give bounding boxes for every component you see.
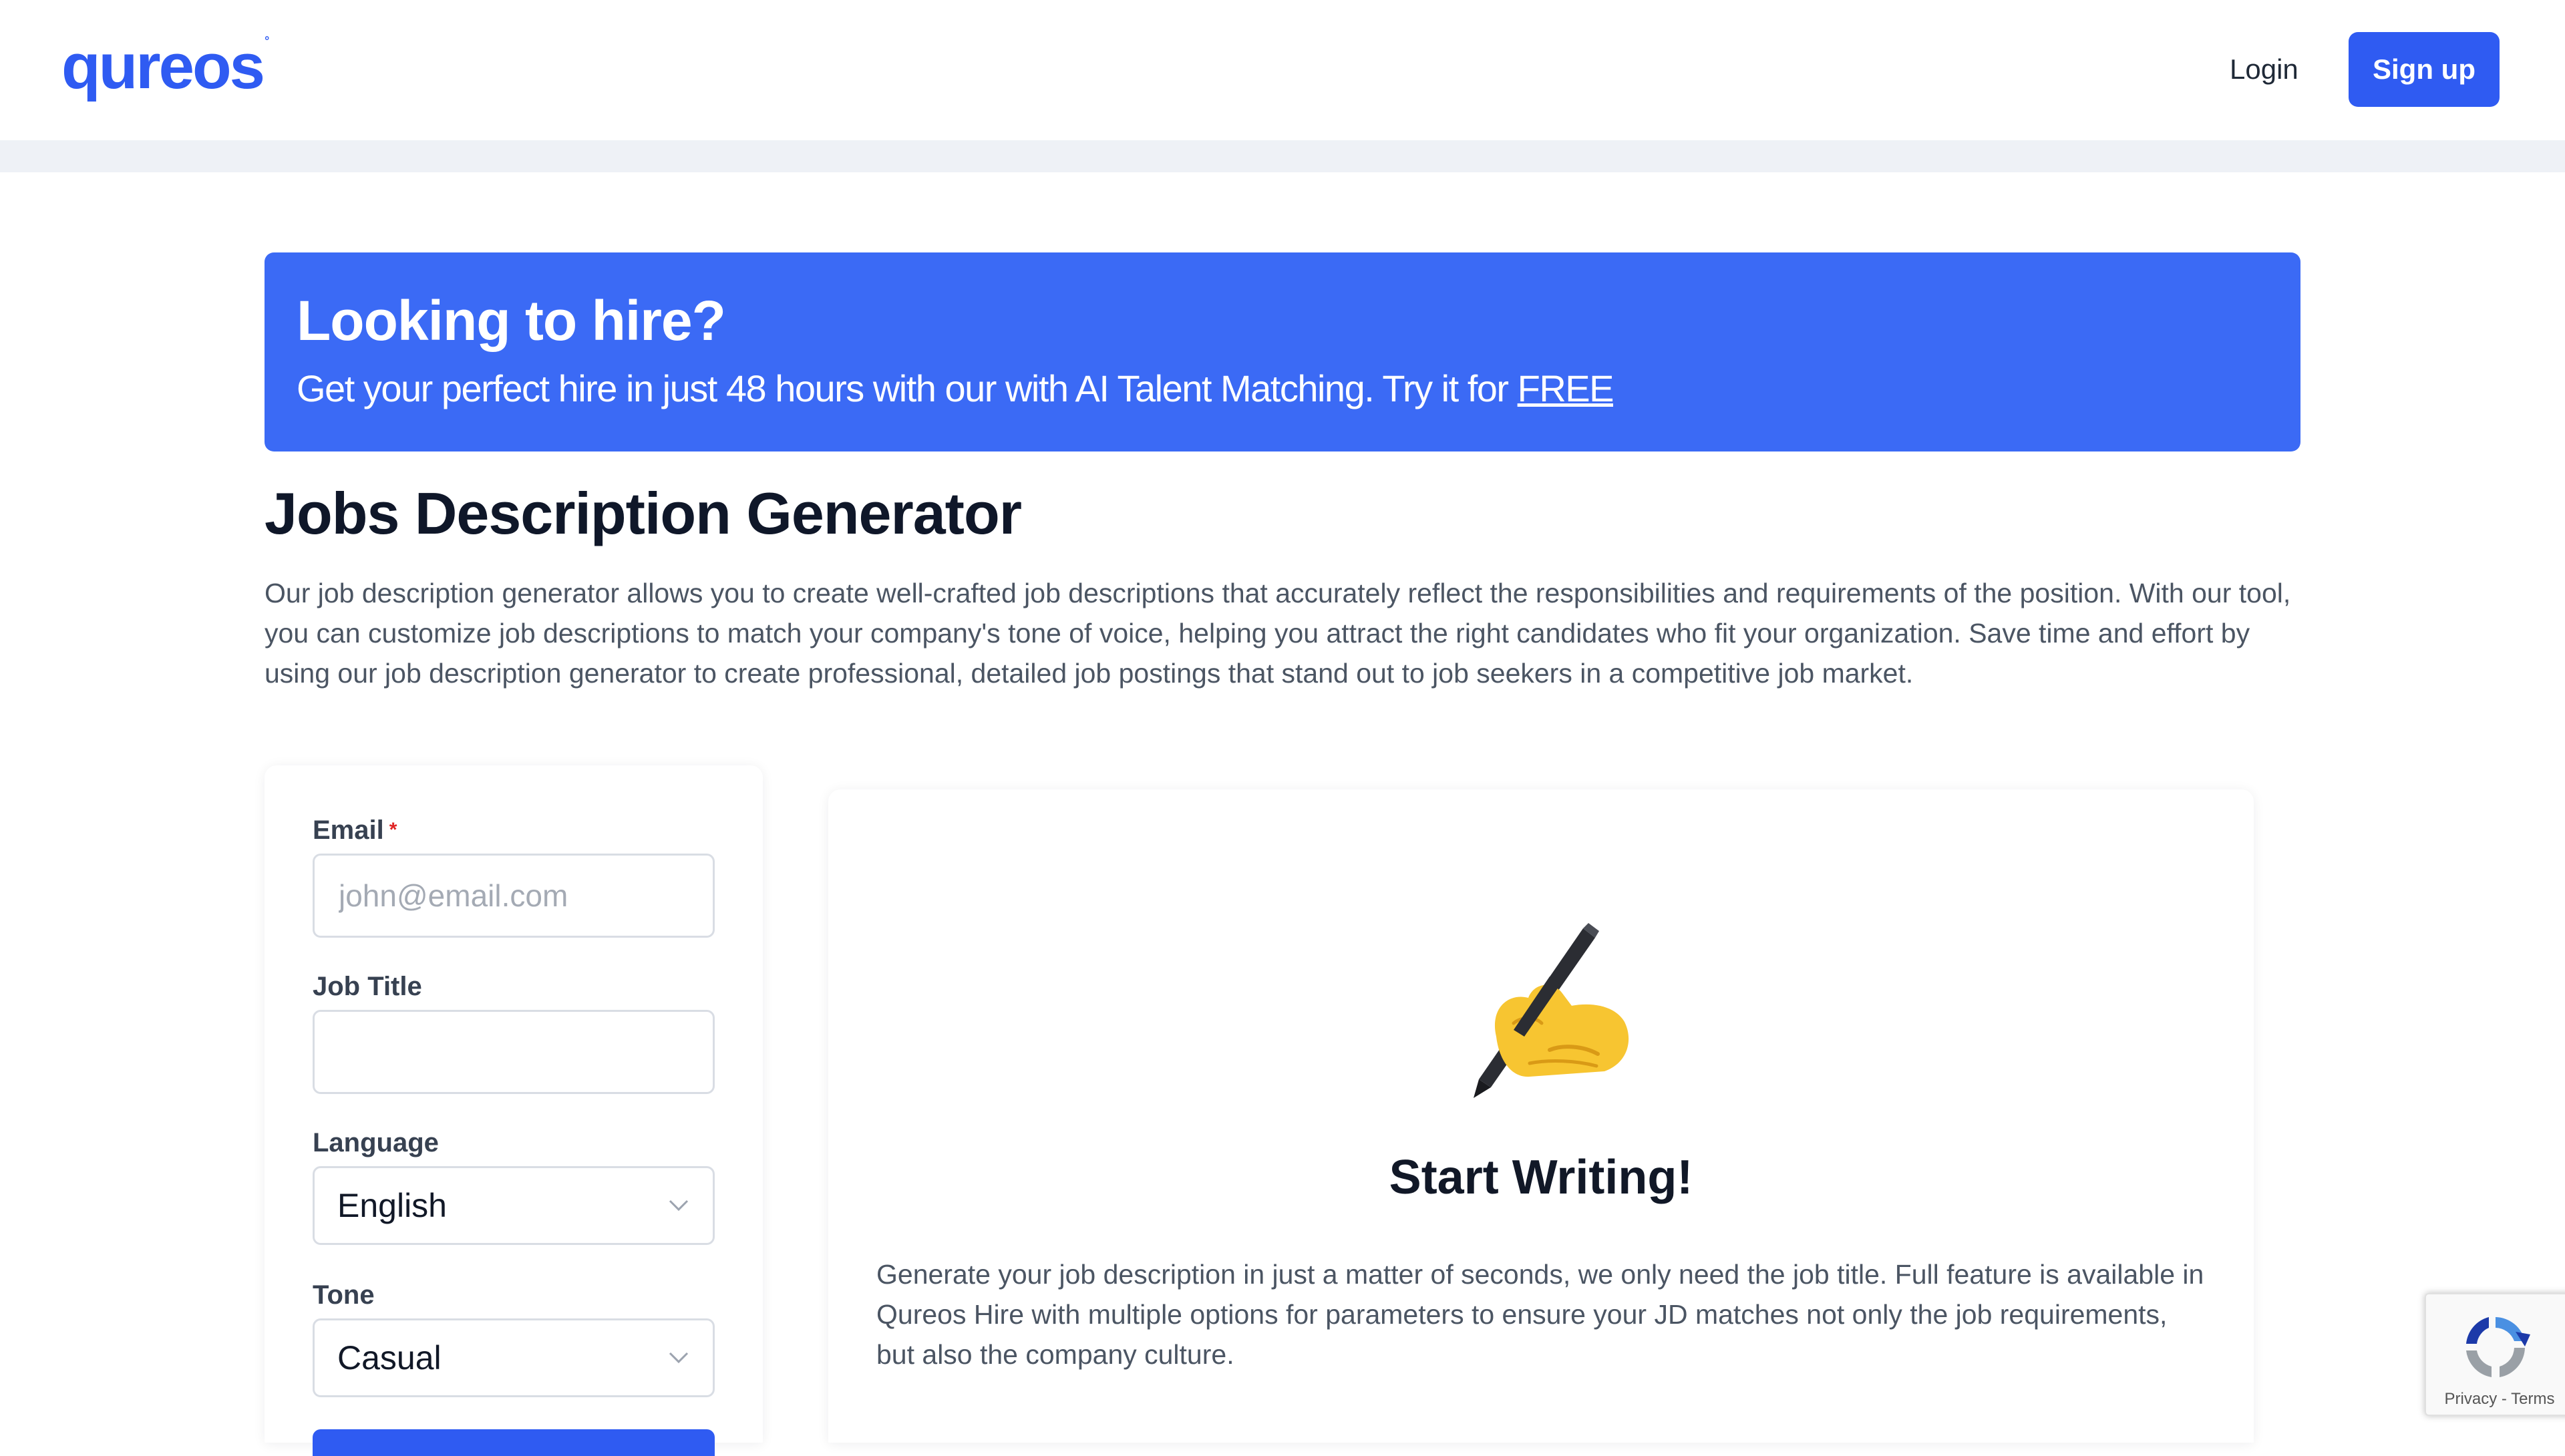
header-divider [0,140,2565,172]
logo-mark: ° [265,34,269,47]
recaptcha-badge[interactable]: Privacy - Terms [2425,1293,2565,1416]
signup-button[interactable]: Sign up [2349,32,2500,107]
writing-hand-icon [1474,923,1629,1098]
page-description: Our job description generator allows you… [265,578,2291,689]
email-field[interactable] [313,854,715,938]
required-mark: * [389,819,397,841]
start-writing-description: Generate your job description in just a … [876,1259,2204,1370]
job-title-label: Job Title [313,972,422,1001]
logo-text: qureos [61,31,265,102]
language-select-value: English [337,1187,447,1224]
hire-banner-title: Looking to hire? [297,289,726,352]
hire-banner-subtitle: Get your perfect hire in just 48 hours w… [297,365,1614,413]
hire-banner: Looking to hire? Get your perfect hire i… [265,252,2300,451]
tone-select[interactable]: Casual [313,1318,715,1397]
qureos-logo[interactable]: qureos ° [61,34,269,99]
email-label: Email * [313,813,397,847]
tone-label: Tone [313,1280,375,1310]
recaptcha-icon [2466,1317,2530,1377]
login-link[interactable]: Login [2230,52,2298,87]
tone-select-value: Casual [337,1339,442,1377]
language-select[interactable]: English [313,1166,715,1245]
recaptcha-links[interactable]: Privacy - Terms [2426,1389,2565,1409]
generate-button[interactable] [313,1429,715,1456]
chevron-down-icon [669,1200,689,1212]
hire-banner-subtitle-text: Get your perfect hire in just 48 hours w… [297,367,1518,409]
page-title: Jobs Description Generator [265,480,1022,546]
site-header: qureos ° Login Sign up [0,0,2565,140]
start-writing-title: Start Writing! [1389,1151,1693,1204]
language-label: Language [313,1128,439,1157]
result-panel: Start Writing! Generate your job descrip… [828,789,2254,1443]
job-title-field[interactable] [313,1010,715,1094]
generator-form: Email* Job Title Language English Tone C… [265,765,763,1456]
chevron-down-icon [669,1352,689,1364]
free-trial-link[interactable]: FREE [1518,367,1614,409]
email-label-text: Email [313,815,384,845]
